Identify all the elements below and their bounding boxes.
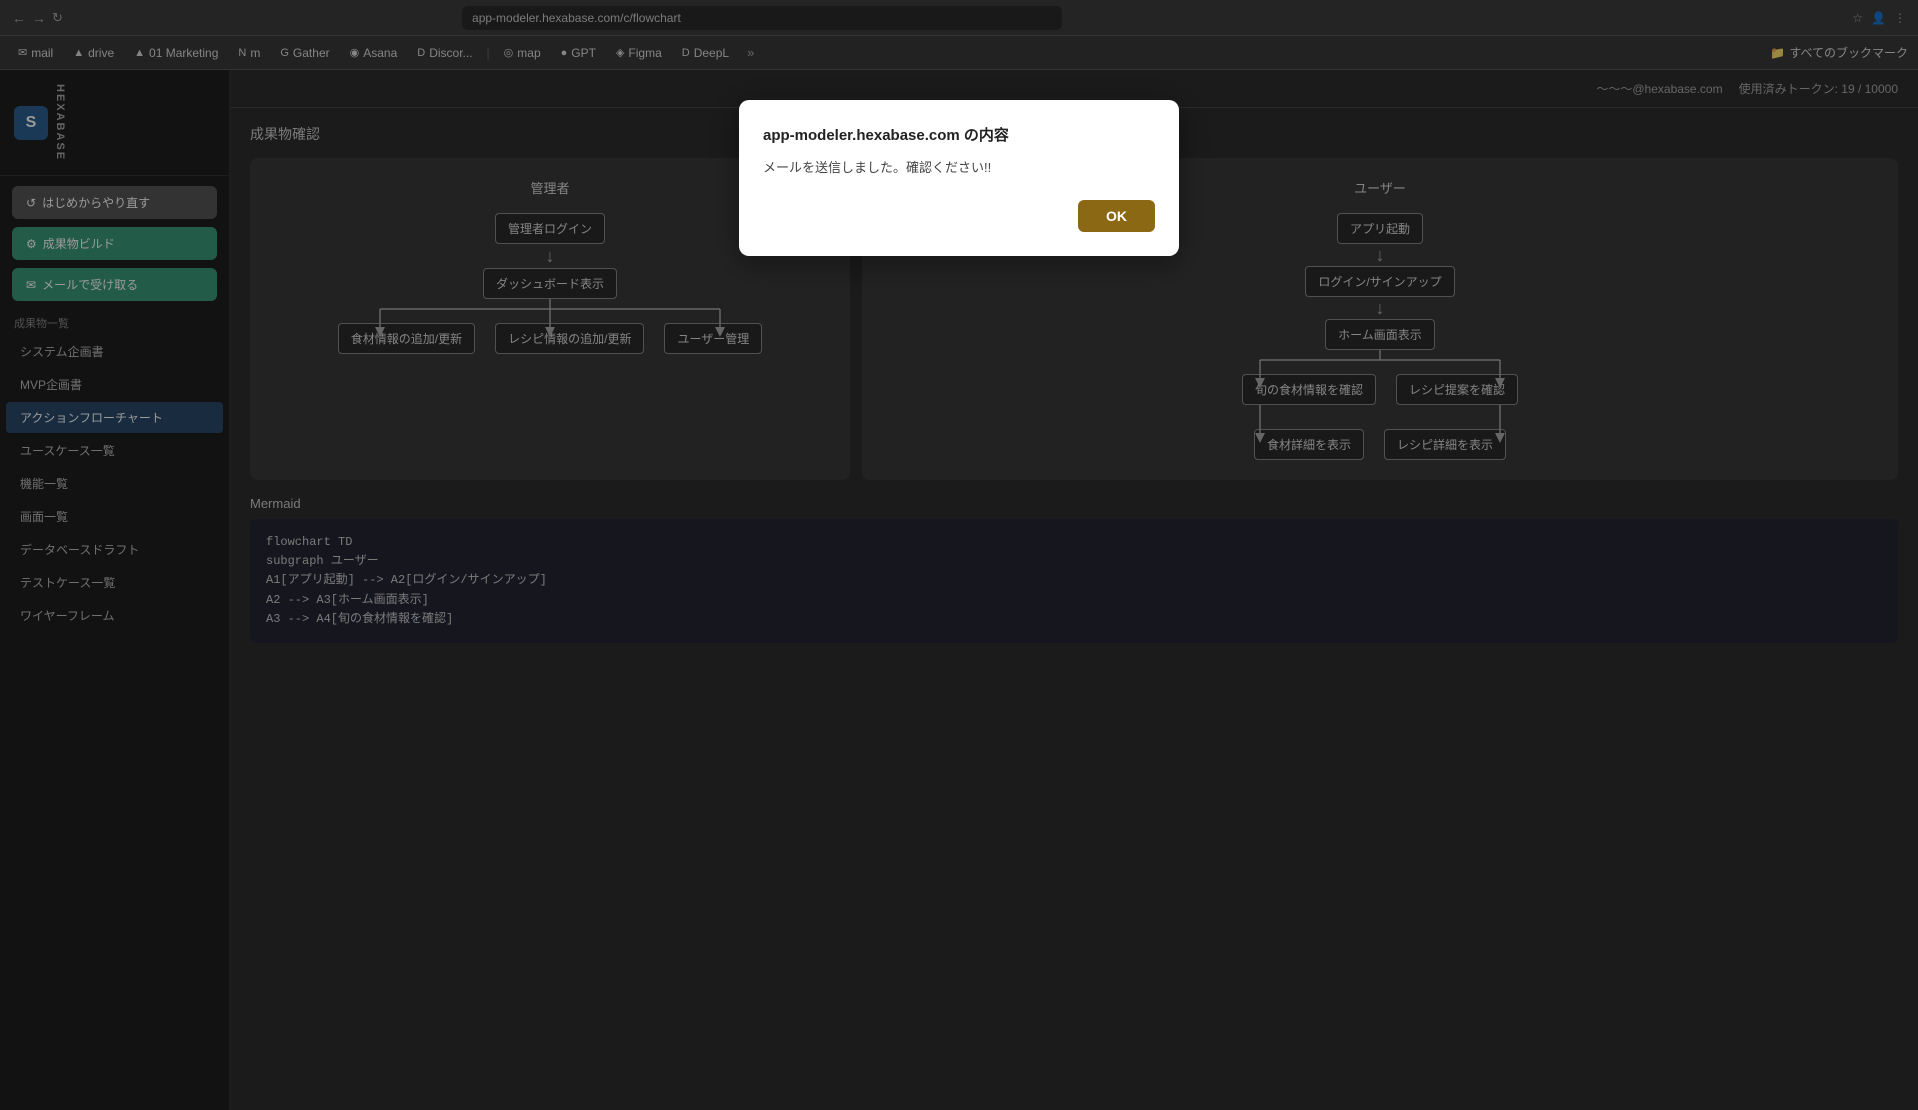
- modal-title: app-modeler.hexabase.com の内容: [763, 124, 1155, 145]
- modal-overlay[interactable]: app-modeler.hexabase.com の内容 メールを送信しました。…: [0, 0, 1918, 1110]
- modal-ok-button[interactable]: OK: [1078, 200, 1155, 232]
- modal-dialog: app-modeler.hexabase.com の内容 メールを送信しました。…: [739, 100, 1179, 256]
- modal-message: メールを送信しました。確認ください!!: [763, 157, 1155, 176]
- modal-footer: OK: [763, 200, 1155, 232]
